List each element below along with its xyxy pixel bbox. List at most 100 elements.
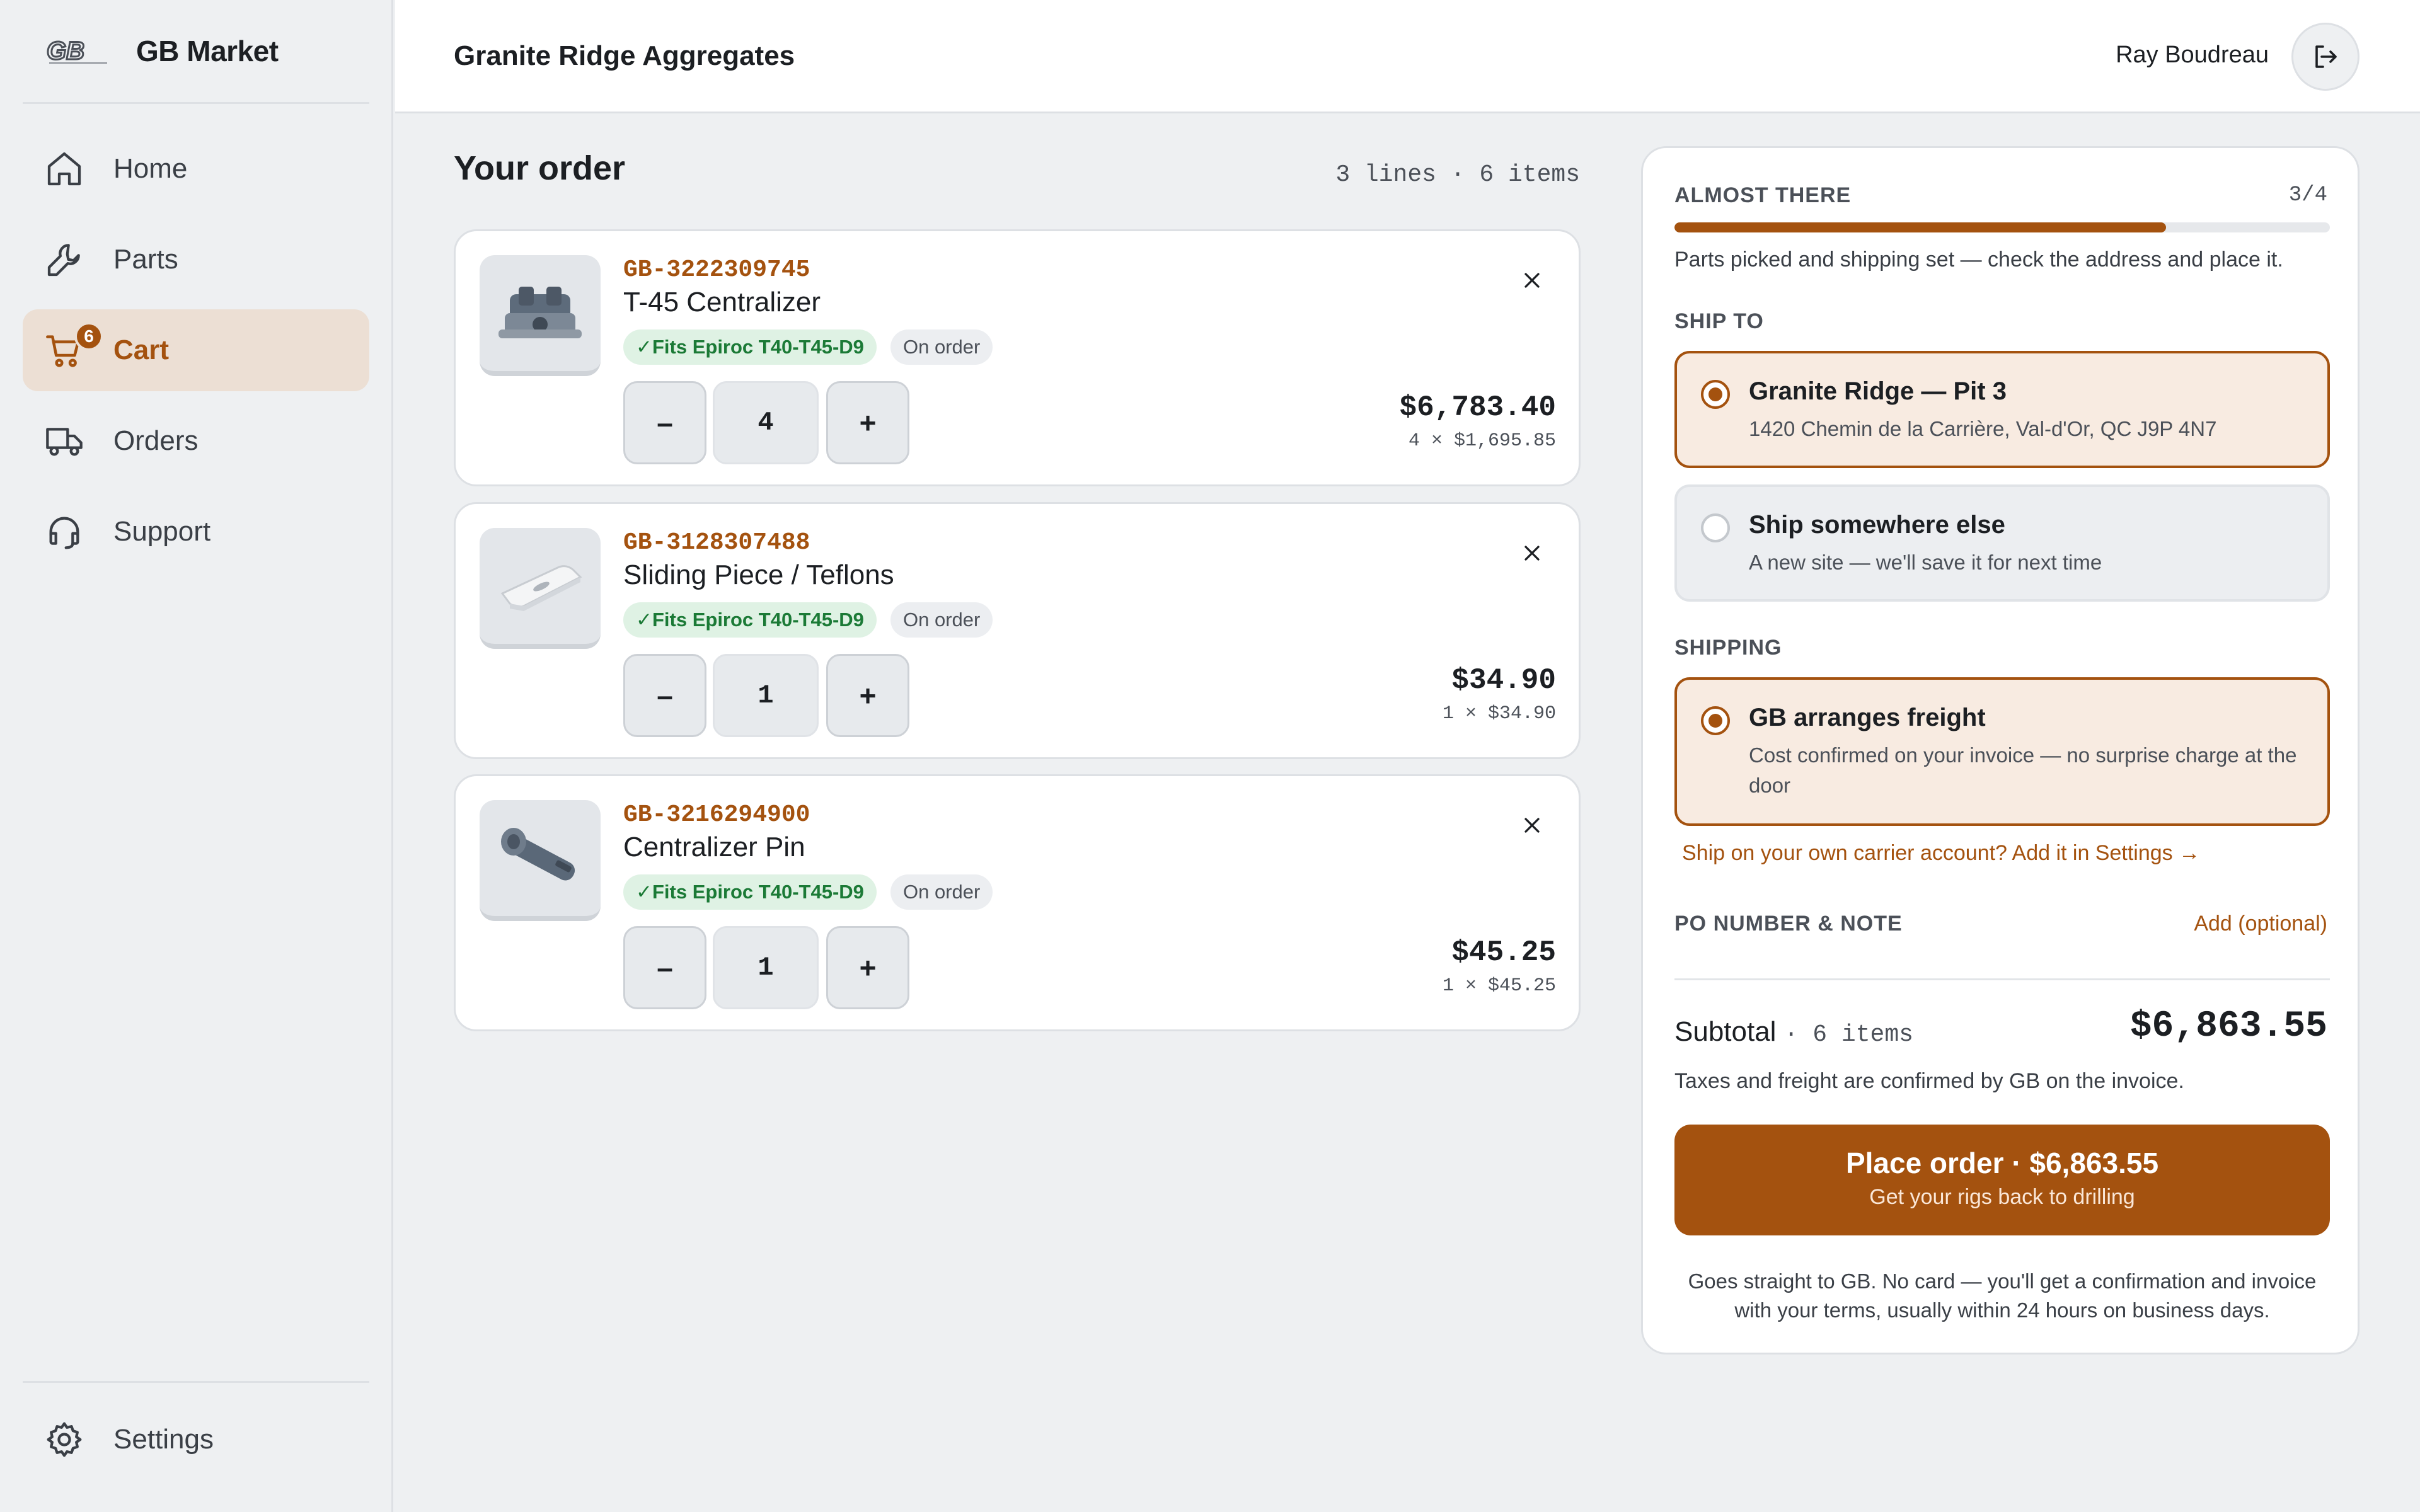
logout-icon [2315, 45, 2337, 68]
home-icon [47, 152, 81, 186]
part-number: GB-3128307488 [623, 529, 810, 556]
sidebar-item-label: Home [113, 153, 188, 184]
stock-status-badge: On order [890, 602, 993, 638]
page-title: Your order [454, 149, 626, 187]
decrease-qty-button[interactable]: – [623, 381, 706, 464]
divider [23, 102, 369, 104]
top-bar: Granite Ridge Aggregates Ray Boudreau [395, 0, 2420, 113]
product-thumbnail [480, 255, 601, 376]
unit-price: 1 × $34.90 [1442, 703, 1556, 724]
progress-note: Parts picked and shipping set — check th… [1674, 248, 2283, 272]
unit-price: 1 × $45.25 [1442, 975, 1556, 997]
remove-line-button[interactable] [1514, 263, 1550, 298]
checkout-panel: ALMOST THERE 3/4 Parts picked and shippi… [1641, 146, 2360, 1354]
sidebar-item-label: Orders [113, 425, 199, 456]
sidebar-item-parts[interactable]: Parts [23, 219, 369, 301]
product-name: Centralizer Pin [623, 832, 805, 862]
ship-option-address: 1420 Chemin de la Carrière, Val-d'Or, QC… [1749, 417, 2217, 440]
svg-text:GB: GB [47, 37, 84, 65]
quantity-input[interactable]: 1 [713, 926, 819, 1009]
radio-unselected [1701, 513, 1730, 542]
brand[interactable]: GB GB Market [45, 33, 279, 69]
compatibility-badge: ✓Fits Epiroc T40-T45-D9 [623, 602, 877, 638]
truck-icon [46, 428, 83, 456]
line-total: $34.90 [1451, 664, 1556, 697]
ship-option-elsewhere[interactable]: Ship somewhere else A new site — we'll s… [1674, 484, 2330, 602]
increase-qty-button[interactable]: + [826, 381, 909, 464]
remove-line-button[interactable] [1514, 536, 1550, 571]
sidebar-item-label: Parts [113, 244, 178, 275]
tax-note: Taxes and freight are confirmed by GB on… [1674, 1069, 2184, 1093]
logout-button[interactable] [2291, 23, 2360, 91]
close-icon [1524, 546, 1540, 561]
decrease-qty-button[interactable]: – [623, 926, 706, 1009]
stock-status-badge: On order [890, 329, 993, 365]
progress-label: ALMOST THERE [1674, 183, 1852, 207]
place-order-label: Place order · $6,863.55 [1845, 1147, 2159, 1179]
place-order-button[interactable]: Place order · $6,863.55 Get your rigs ba… [1674, 1125, 2330, 1235]
sidebar-item-label: Cart [113, 335, 170, 365]
progress-step: 3/4 [2288, 183, 2327, 207]
brand-name: GB Market [136, 35, 279, 67]
progress-fill [1674, 222, 2166, 232]
place-order-sublabel: Get your rigs back to drilling [1869, 1185, 2135, 1209]
line-total: $45.25 [1451, 936, 1556, 969]
user-name: Ray Boudreau [2116, 42, 2269, 68]
product-thumbnail [480, 528, 601, 649]
compatibility-badge: ✓Fits Epiroc T40-T45-D9 [623, 329, 877, 365]
centralizer-image [498, 287, 582, 338]
centralizer-pin-image [501, 828, 575, 881]
shipping-option-gb-freight[interactable]: GB arranges freight Cost confirmed on yo… [1674, 677, 2330, 826]
shipping-option-title: GB arranges freight [1749, 704, 1986, 731]
wrench-icon [47, 244, 80, 277]
ship-to-label: SHIP TO [1674, 309, 1764, 333]
sliding-piece-image [500, 565, 582, 611]
radio-selected [1701, 706, 1730, 735]
carrier-account-link[interactable]: Ship on your own carrier account? Add it… [1682, 841, 2200, 866]
gear-icon [47, 1422, 82, 1457]
company-name: Granite Ridge Aggregates [454, 40, 795, 71]
subtotal-text: Subtotal [1674, 1016, 1777, 1047]
shipping-option-description: Cost confirmed on your invoice — no surp… [1749, 743, 2297, 797]
radio-selected [1701, 380, 1730, 409]
main-nav: Home Parts 6 Cart Orders Support [23, 128, 369, 581]
po-label: PO NUMBER & NOTE [1674, 912, 1903, 936]
sidebar-item-support[interactable]: Support [23, 491, 369, 573]
sidebar-item-settings[interactable]: Settings [23, 1399, 369, 1480]
order-footnote: Goes straight to GB. No card — you'll ge… [1688, 1269, 2317, 1322]
sidebar-item-orders[interactable]: Orders [23, 400, 369, 482]
add-po-link[interactable]: Add (optional) [2194, 912, 2327, 936]
compatibility-badge: ✓Fits Epiroc T40-T45-D9 [623, 874, 877, 910]
sidebar-item-label: Support [113, 516, 211, 547]
close-icon [1524, 818, 1540, 833]
sidebar-item-home[interactable]: Home [23, 128, 369, 210]
line-total: $6,783.40 [1399, 391, 1556, 424]
subtotal-label: Subtotal · 6 items [1674, 1016, 1913, 1048]
shipping-label: SHIPPING [1674, 636, 1782, 660]
increase-qty-button[interactable]: + [826, 654, 909, 737]
sidebar-item-label: Settings [113, 1424, 214, 1455]
cart-line-item: GB-3222309745 T-45 Centralizer ✓Fits Epi… [454, 229, 1581, 486]
ship-option-title: Granite Ridge — Pit 3 [1749, 377, 2007, 405]
cart-count-badge: 6 [74, 322, 103, 351]
quantity-input[interactable]: 1 [713, 654, 819, 737]
ship-option-title: Ship somewhere else [1749, 511, 2005, 539]
sidebar-item-cart[interactable]: 6 Cart [23, 309, 369, 391]
divider [23, 1381, 369, 1383]
unit-price: 4 × $1,695.85 [1408, 430, 1556, 452]
product-name: T-45 Centralizer [623, 287, 821, 318]
remove-line-button[interactable] [1514, 808, 1550, 843]
progress-bar [1674, 222, 2330, 232]
order-summary: 3 lines · 6 items [1335, 161, 1580, 188]
quantity-input[interactable]: 4 [713, 381, 819, 464]
subtotal-item-count: · 6 items [1783, 1021, 1913, 1048]
ship-option-pit-3[interactable]: Granite Ridge — Pit 3 1420 Chemin de la … [1674, 351, 2330, 468]
product-name: Sliding Piece / Teflons [623, 559, 894, 590]
headset-icon [49, 517, 79, 549]
increase-qty-button[interactable]: + [826, 926, 909, 1009]
stock-status-badge: On order [890, 874, 993, 910]
sidebar: GB GB Market Home Parts 6 Cart Orders Su… [0, 0, 393, 1512]
cart-line-item: GB-3216294900 Centralizer Pin ✓Fits Epir… [454, 774, 1581, 1031]
subtotal-value: $6,863.55 [2129, 1006, 2327, 1047]
decrease-qty-button[interactable]: – [623, 654, 706, 737]
